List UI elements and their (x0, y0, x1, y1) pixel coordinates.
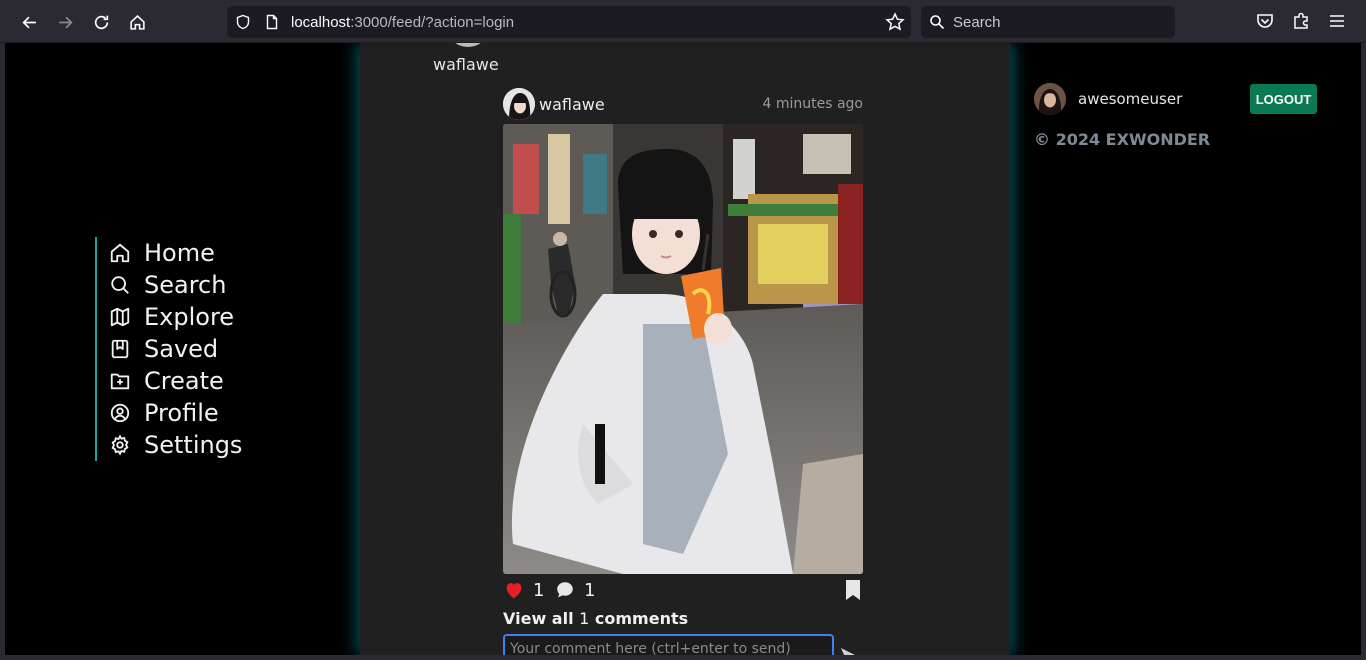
home-icon (110, 243, 130, 263)
map-icon (110, 307, 130, 327)
view-all-prefix: View all (503, 609, 574, 628)
comment-input[interactable] (505, 636, 832, 655)
user-circle-icon (110, 403, 130, 423)
shield-icon[interactable] (235, 14, 251, 30)
story-username[interactable]: waflawe (433, 55, 499, 74)
sidebar-item-label: Saved (144, 335, 219, 363)
back-button[interactable] (15, 8, 43, 36)
heart-icon (506, 583, 522, 599)
browser-toolbar: localhost:3000/feed/?action=login Search (0, 0, 1366, 43)
avatar-image (1034, 83, 1066, 115)
sidebar-item-label: Search (144, 271, 227, 299)
folder-plus-icon (110, 373, 130, 390)
comment-button[interactable]: 1 (554, 579, 595, 601)
arrow-left-icon (21, 16, 36, 28)
home-button[interactable] (123, 8, 151, 36)
url-path: :3000/feed/?action=login (350, 13, 515, 31)
sidebar-item-search[interactable]: Search (109, 269, 242, 301)
comment-input-wrapper (503, 634, 834, 655)
arrow-right-icon (58, 16, 73, 28)
current-username[interactable]: awesomeuser (1078, 90, 1182, 108)
gear-icon (111, 434, 129, 456)
sidebar-item-explore[interactable]: Explore (109, 301, 242, 333)
avatar-image (503, 88, 535, 120)
menu-icon[interactable] (1327, 11, 1347, 31)
url-text[interactable]: localhost:3000/feed/?action=login (291, 14, 514, 31)
browser-search-placeholder: Search (953, 13, 1001, 31)
post-photo (503, 124, 863, 574)
sidebar-item-saved[interactable]: Saved (109, 333, 242, 365)
browser-search-bar[interactable]: Search (921, 6, 1175, 38)
star-icon[interactable] (885, 12, 905, 32)
sidebar-item-profile[interactable]: Profile (109, 397, 242, 429)
post-username[interactable]: waflawe (539, 95, 605, 114)
view-all-comments-link[interactable]: View all 1 comments (503, 609, 688, 628)
like-button[interactable]: 1 (503, 579, 544, 601)
reload-button[interactable] (87, 8, 115, 36)
comment-count: 1 (584, 579, 596, 601)
extensions-icon[interactable] (1291, 11, 1311, 31)
view-all-suffix: comments (594, 609, 689, 628)
pocket-icon[interactable] (1255, 11, 1275, 31)
page-info-icon[interactable] (264, 14, 280, 30)
logout-button[interactable]: LOGOUT (1250, 84, 1317, 114)
bookmark-icon (111, 339, 129, 359)
post-actions: 1 1 (503, 579, 863, 603)
sidebar-item-label: Profile (144, 399, 219, 427)
post-image[interactable] (503, 124, 863, 574)
search-icon (929, 14, 945, 30)
post-header: waflawe 4 minutes ago (503, 88, 863, 120)
reload-icon (94, 15, 108, 29)
comment-bubble-icon (557, 582, 573, 598)
current-user-avatar[interactable] (1034, 83, 1066, 115)
sidebar-item-label: Explore (144, 303, 235, 331)
bookmark-icon[interactable] (843, 579, 863, 601)
sidebar-nav: Home Search Explore Saved Create Profile… (95, 237, 242, 461)
sidebar-item-label: Create (144, 367, 224, 395)
url-host: localhost (291, 13, 351, 31)
send-icon[interactable] (839, 646, 857, 655)
sidebar-item-label: Settings (144, 431, 243, 459)
forward-button[interactable] (51, 8, 79, 36)
home-icon (129, 14, 145, 30)
post-timestamp: 4 minutes ago (762, 96, 863, 112)
avatar[interactable] (503, 88, 535, 120)
window-frame-right (1361, 43, 1366, 660)
url-bar[interactable]: localhost:3000/feed/?action=login (227, 6, 911, 38)
sidebar-item-create[interactable]: Create (109, 365, 242, 397)
sidebar-item-home[interactable]: Home (109, 237, 242, 269)
like-count: 1 (533, 579, 545, 601)
view-all-count: 1 (579, 609, 590, 628)
copyright-text: © 2024 EXWONDER (1034, 130, 1211, 149)
search-icon (111, 276, 129, 294)
sidebar-item-settings[interactable]: Settings (109, 429, 242, 461)
page-viewport: Home Search Explore Saved Create Profile… (5, 43, 1361, 655)
sidebar-item-label: Home (144, 239, 215, 267)
window-frame-bottom (0, 655, 1366, 660)
window-frame-left (0, 43, 5, 660)
